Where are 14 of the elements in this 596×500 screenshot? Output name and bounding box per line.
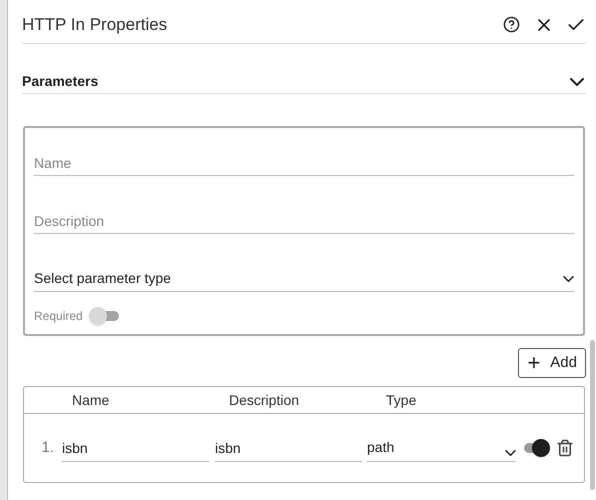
name-field[interactable]: isbn bbox=[62, 434, 209, 462]
row-number: 1. bbox=[40, 438, 55, 458]
column-header: Description bbox=[229, 390, 300, 410]
section-header[interactable]: Parameters bbox=[22, 70, 586, 94]
column-header: Type bbox=[386, 390, 416, 410]
type-select[interactable]: path bbox=[367, 434, 516, 462]
name-field[interactable]: Name bbox=[34, 150, 574, 176]
column-header: Name bbox=[72, 390, 110, 410]
description-field[interactable]: isbn bbox=[215, 434, 362, 462]
parameter-type-select[interactable]: Select parameter type bbox=[34, 266, 574, 292]
required-label: Required bbox=[34, 308, 83, 325]
panel-title: HTTP In Properties bbox=[22, 14, 168, 36]
description-field[interactable]: Description bbox=[34, 208, 574, 234]
add-button[interactable]: + Add bbox=[518, 348, 586, 378]
